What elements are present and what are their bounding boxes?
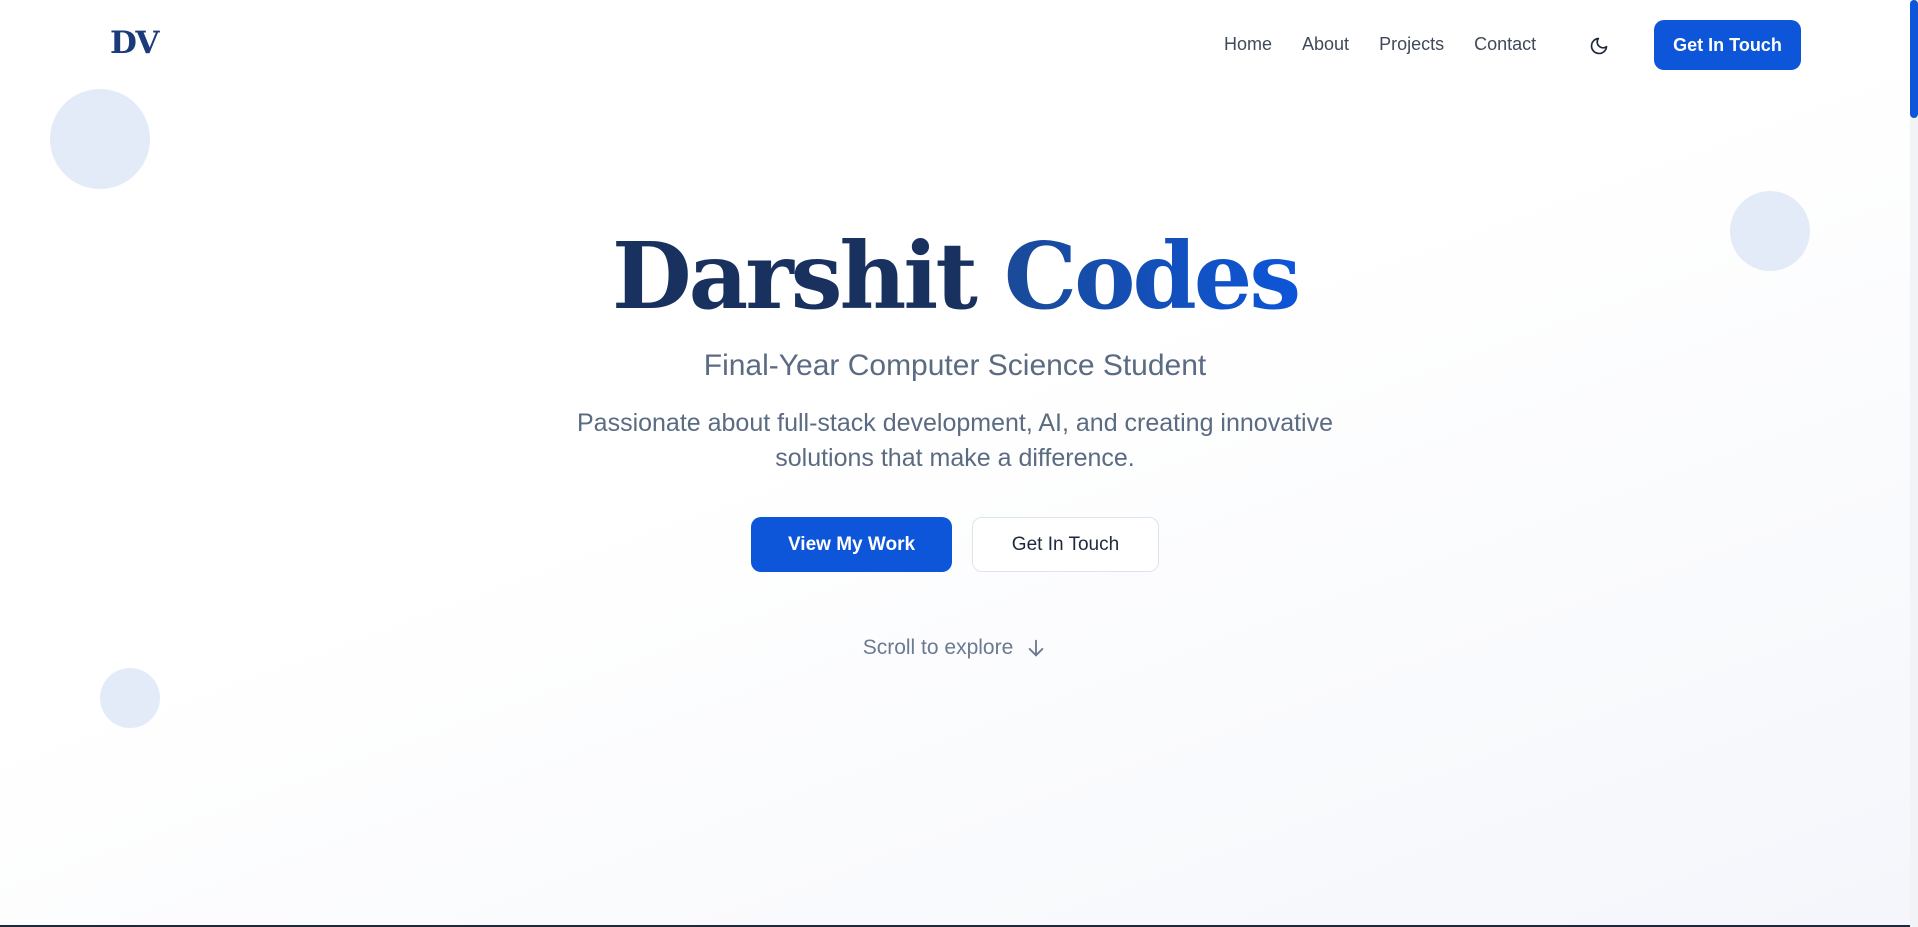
hero-subtitle: Final-Year Computer Science Student (703, 349, 1207, 382)
moon-icon (1590, 37, 1608, 55)
nav-link-projects[interactable]: Projects (1379, 34, 1444, 55)
theme-toggle-button[interactable] (1586, 33, 1612, 59)
scrollbar-track[interactable] (1910, 0, 1918, 927)
scrollbar-thumb[interactable] (1910, 0, 1918, 118)
hero-title-second: Codes (1003, 222, 1301, 330)
nav-link-contact[interactable]: Contact (1474, 34, 1536, 55)
hero-title: Darshit Codes (0, 218, 1910, 334)
nav-link-home[interactable]: Home (1224, 34, 1272, 55)
page: DV Home About Projects Contact Get In To… (0, 0, 1918, 927)
logo[interactable]: DV (110, 25, 159, 61)
hero-title-first: Darshit (611, 222, 978, 330)
decorative-circle (100, 668, 160, 728)
scroll-hint-label: Scroll to explore (862, 636, 1014, 659)
decorative-circle (50, 89, 150, 189)
main-nav: Home About Projects Contact (1224, 34, 1566, 55)
nav-link-about[interactable]: About (1302, 34, 1349, 55)
arrow-down-icon (1028, 639, 1044, 657)
hero-description: Passionate about full-stack development,… (576, 409, 1334, 472)
header-get-in-touch-button[interactable]: Get In Touch (1654, 20, 1801, 70)
get-in-touch-button[interactable]: Get In Touch (972, 517, 1159, 572)
scroll-hint[interactable]: Scroll to explore (0, 636, 1910, 660)
view-my-work-button[interactable]: View My Work (751, 517, 952, 572)
site-header: DV Home About Projects Contact Get In To… (0, 0, 1910, 90)
